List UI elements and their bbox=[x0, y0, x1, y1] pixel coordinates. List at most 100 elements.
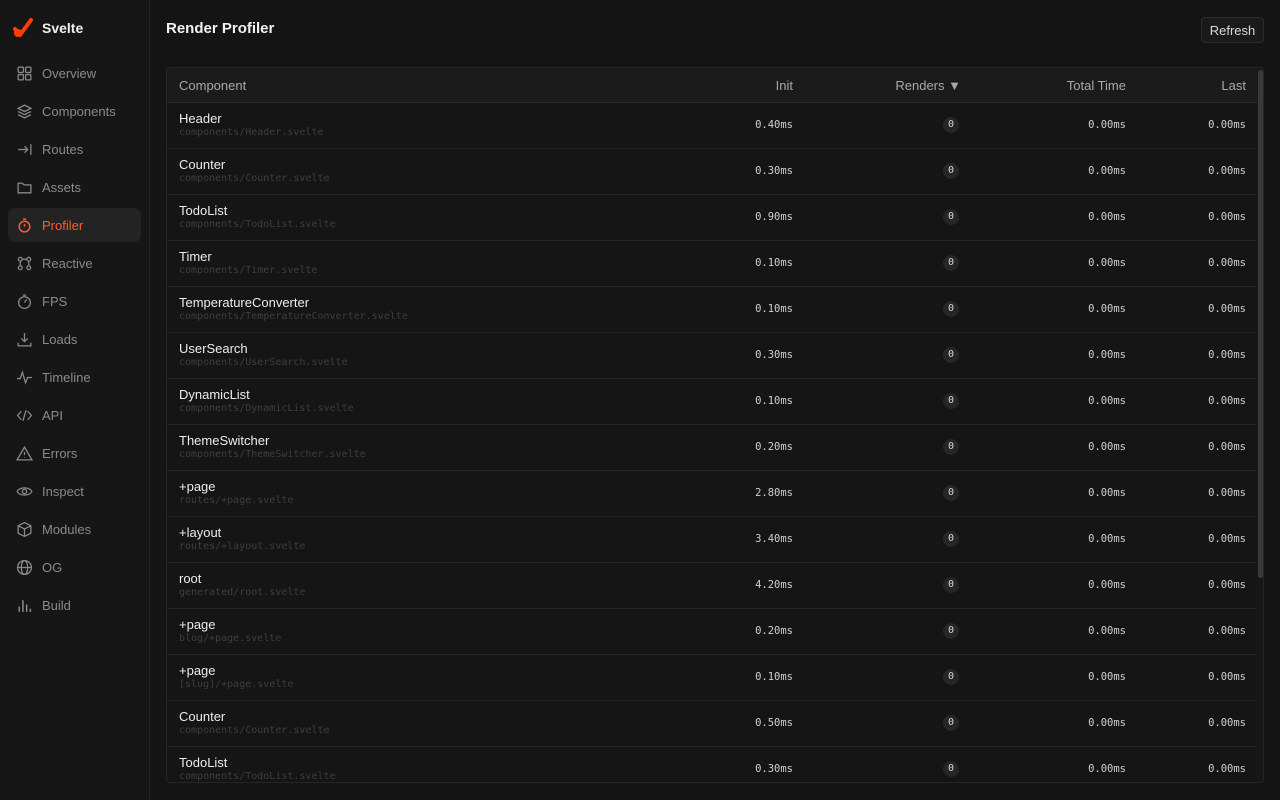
last-time: 0.00ms bbox=[1208, 487, 1246, 499]
table-row[interactable]: Header components/Header.svelte 0.40ms 0… bbox=[167, 103, 1257, 149]
total-time: 0.00ms bbox=[1088, 625, 1126, 637]
graph-nodes-icon bbox=[17, 256, 32, 270]
pulse-icon bbox=[17, 369, 32, 385]
init-time: 0.10ms bbox=[755, 257, 793, 269]
sidebar-item-loads[interactable]: Loads bbox=[8, 322, 141, 356]
table-row[interactable]: TodoList components/TodoList.svelte 0.90… bbox=[167, 195, 1257, 241]
last-time: 0.00ms bbox=[1208, 211, 1246, 223]
table-row[interactable]: Counter components/Counter.svelte 0.30ms… bbox=[167, 149, 1257, 195]
total-time: 0.00ms bbox=[1088, 763, 1126, 775]
brand[interactable]: Svelte bbox=[12, 16, 83, 40]
renders-badge: 0 bbox=[943, 393, 959, 409]
table-row[interactable]: TodoList components/TodoList.svelte 0.30… bbox=[167, 747, 1257, 782]
sidebar-item-label: Modules bbox=[42, 521, 92, 537]
component-path: components/ThemeSwitcher.svelte bbox=[179, 449, 366, 460]
refresh-button[interactable]: Refresh bbox=[1201, 17, 1264, 43]
last-time: 0.00ms bbox=[1208, 579, 1246, 591]
table-row[interactable]: +page blog/+page.svelte 0.20ms 0 0.00ms … bbox=[167, 609, 1257, 655]
last-time: 0.00ms bbox=[1208, 671, 1246, 683]
table-row[interactable]: +page [slug]/+page.svelte 0.10ms 0 0.00m… bbox=[167, 655, 1257, 701]
total-time: 0.00ms bbox=[1088, 165, 1126, 177]
sidebar-item-routes[interactable]: Routes bbox=[8, 132, 141, 166]
table-row[interactable]: Timer components/Timer.svelte 0.10ms 0 0… bbox=[167, 241, 1257, 287]
component-path: components/TodoList.svelte bbox=[179, 771, 336, 782]
sidebar-item-build[interactable]: Build bbox=[8, 588, 141, 622]
route-arrow-icon bbox=[18, 143, 32, 155]
component-path: components/TodoList.svelte bbox=[179, 219, 336, 230]
table-row[interactable]: Counter components/Counter.svelte 0.50ms… bbox=[167, 701, 1257, 747]
table-row[interactable]: +page routes/+page.svelte 2.80ms 0 0.00m… bbox=[167, 471, 1257, 517]
sidebar-item-errors[interactable]: Errors bbox=[8, 436, 141, 470]
sidebar-item-reactive[interactable]: Reactive bbox=[8, 246, 141, 280]
table-row[interactable]: ThemeSwitcher components/ThemeSwitcher.s… bbox=[167, 425, 1257, 471]
last-time: 0.00ms bbox=[1208, 303, 1246, 315]
column-header-last[interactable]: Last bbox=[1221, 68, 1246, 103]
component-name: TodoList bbox=[179, 203, 228, 218]
last-time: 0.00ms bbox=[1208, 165, 1246, 177]
table-scrollbar[interactable] bbox=[1257, 68, 1263, 782]
component-path: components/Timer.svelte bbox=[179, 265, 318, 276]
component-path: routes/+page.svelte bbox=[179, 495, 294, 506]
total-time: 0.00ms bbox=[1088, 533, 1126, 545]
column-header-total-time[interactable]: Total Time bbox=[1067, 68, 1126, 103]
code-icon bbox=[16, 409, 33, 421]
sidebar-item-label: Inspect bbox=[42, 483, 84, 499]
sidebar-item-label: FPS bbox=[42, 293, 68, 309]
component-path: components/DynamicList.svelte bbox=[179, 403, 354, 414]
brand-name: Svelte bbox=[42, 20, 84, 36]
table-header: Component Init Renders ▼ Total Time Last bbox=[167, 68, 1257, 103]
init-time: 0.30ms bbox=[755, 165, 793, 177]
sidebar-item-overview[interactable]: Overview bbox=[8, 56, 141, 90]
sidebar-item-assets[interactable]: Assets bbox=[8, 170, 141, 204]
table-row[interactable]: +layout routes/+layout.svelte 3.40ms 0 0… bbox=[167, 517, 1257, 563]
column-header-renders[interactable]: Renders ▼ bbox=[895, 68, 961, 103]
total-time: 0.00ms bbox=[1088, 487, 1126, 499]
sidebar-item-label: Routes bbox=[42, 141, 84, 157]
sidebar-item-modules[interactable]: Modules bbox=[8, 512, 141, 546]
component-path: routes/+layout.svelte bbox=[179, 541, 306, 552]
gauge-icon bbox=[18, 293, 31, 309]
sidebar-item-label: Loads bbox=[42, 331, 78, 347]
init-time: 0.10ms bbox=[755, 395, 793, 407]
sidebar-item-api[interactable]: API bbox=[8, 398, 141, 432]
sidebar-item-components[interactable]: Components bbox=[8, 94, 141, 128]
renders-badge: 0 bbox=[943, 485, 959, 501]
stopwatch-icon bbox=[18, 217, 31, 233]
renders-badge: 0 bbox=[943, 255, 959, 271]
sidebar-item-label: Timeline bbox=[42, 369, 91, 385]
total-time: 0.00ms bbox=[1088, 717, 1126, 729]
init-time: 2.80ms bbox=[755, 487, 793, 499]
renders-badge: 0 bbox=[943, 347, 959, 363]
table-row[interactable]: TemperatureConverter components/Temperat… bbox=[167, 287, 1257, 333]
init-time: 0.10ms bbox=[755, 671, 793, 683]
component-name: Timer bbox=[179, 249, 212, 264]
column-header-component[interactable]: Component bbox=[179, 68, 246, 103]
sidebar-item-label: API bbox=[42, 407, 63, 423]
table-row[interactable]: DynamicList components/DynamicList.svelt… bbox=[167, 379, 1257, 425]
total-time: 0.00ms bbox=[1088, 119, 1126, 131]
init-time: 4.20ms bbox=[755, 579, 793, 591]
folder-icon bbox=[17, 182, 32, 193]
table-row[interactable]: root generated/root.svelte 4.20ms 0 0.00… bbox=[167, 563, 1257, 609]
init-time: 3.40ms bbox=[755, 533, 793, 545]
table-row[interactable]: UserSearch components/UserSearch.svelte … bbox=[167, 333, 1257, 379]
sidebar-item-timeline[interactable]: Timeline bbox=[8, 360, 141, 394]
sidebar-item-og[interactable]: OG bbox=[8, 550, 141, 584]
download-icon bbox=[17, 332, 32, 347]
sidebar-item-label: Components bbox=[42, 103, 116, 119]
init-time: 0.10ms bbox=[755, 303, 793, 315]
scrollbar-thumb[interactable] bbox=[1258, 70, 1263, 578]
renders-badge: 0 bbox=[943, 715, 959, 731]
sidebar-item-fps[interactable]: FPS bbox=[8, 284, 141, 318]
total-time: 0.00ms bbox=[1088, 211, 1126, 223]
sidebar-item-inspect[interactable]: Inspect bbox=[8, 474, 141, 508]
component-path: components/Counter.svelte bbox=[179, 725, 330, 736]
init-time: 0.40ms bbox=[755, 119, 793, 131]
column-header-init[interactable]: Init bbox=[776, 68, 793, 103]
sidebar-item-profiler[interactable]: Profiler bbox=[8, 208, 141, 242]
component-name: Counter bbox=[179, 709, 226, 724]
last-time: 0.00ms bbox=[1208, 533, 1246, 545]
component-name: Counter bbox=[179, 157, 226, 172]
renders-badge: 0 bbox=[943, 117, 959, 133]
sidebar-nav: Overview Components Routes Assets Profil… bbox=[8, 56, 141, 626]
